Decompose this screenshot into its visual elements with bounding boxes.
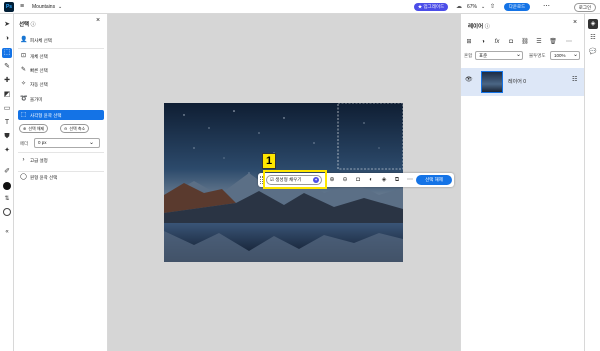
transform-icon[interactable]: ⧉ xyxy=(393,176,401,184)
minus-circle-icon: ⊖ xyxy=(64,126,68,131)
subject-select-item[interactable]: 👤 피사체 선택 xyxy=(20,36,52,45)
layers-panel-icon[interactable]: ◈ xyxy=(588,19,598,29)
magic-wand-icon: ✧ xyxy=(20,81,27,87)
fx-icon[interactable]: fx xyxy=(493,38,501,46)
layer-row[interactable]: 👁 레이어 0 ☷ xyxy=(461,68,584,96)
layers-title: 레이어 ⓘ xyxy=(468,24,490,30)
add-selection-icon[interactable]: ⊕ xyxy=(328,176,336,184)
download-button[interactable]: 다운로드 xyxy=(504,3,530,11)
more-options-icon[interactable]: ⋯ xyxy=(406,176,414,184)
erase-tool-icon[interactable]: ◩ xyxy=(2,90,12,100)
chevron-right-icon: › xyxy=(22,157,25,163)
highlight-box xyxy=(263,170,327,189)
chevron-down-icon[interactable]: ⌄ xyxy=(58,0,62,14)
document-title[interactable]: Mountains xyxy=(32,0,55,14)
background-color-swatch[interactable] xyxy=(3,208,11,216)
properties-panel-icon[interactable]: ☷ xyxy=(588,33,598,43)
generative-tool-icon[interactable]: ✦ xyxy=(2,146,12,156)
close-icon[interactable]: × xyxy=(573,19,577,26)
divider xyxy=(18,48,104,49)
zoom-level[interactable]: 67% xyxy=(467,0,477,14)
shape-tool-icon[interactable]: ▭ xyxy=(2,104,12,114)
link-icon[interactable]: ⛓ xyxy=(521,38,529,46)
rectangle-marquee-icon: ⬚ xyxy=(20,111,27,118)
opacity-field[interactable]: 100% ⌄ xyxy=(550,51,580,60)
photoshop-logo: Ps xyxy=(4,2,14,12)
menu-icon[interactable]: ≡ xyxy=(20,0,24,14)
ellipse-marquee-item[interactable]: ◯ 원형 윤곽 선택 xyxy=(20,173,57,182)
advanced-settings-toggle[interactable]: › 고급 설정 xyxy=(20,156,48,165)
fill-icon[interactable]: ◈ xyxy=(380,176,388,184)
lasso-icon: ➰ xyxy=(20,96,28,102)
blend-mode-select[interactable]: 표준 ⌄ xyxy=(475,51,523,60)
feather-field[interactable]: 0 px ⌄ xyxy=(34,138,100,148)
visibility-icon[interactable]: 👁 xyxy=(465,76,473,83)
adjustment-layer-icon[interactable]: ◑ xyxy=(479,38,487,46)
top-bar: Ps ≡ Mountains ⌄ ★ 업그레이드 ☁ 67% ⌄ ⇧ 다운로드 … xyxy=(0,0,600,14)
layers-panel: 레이어 ⓘ × ⊞ ◑ fx ◘ ⛓ ☰ 🗑 ⋯ 혼합 표준 ⌄ 불투명도 10… xyxy=(460,14,584,351)
blend-label: 혼합 xyxy=(464,53,473,58)
layer-thumbnail xyxy=(481,71,503,93)
panel-title: 선택 ⓘ xyxy=(19,22,36,28)
selection-tool-icon[interactable]: ⬚ xyxy=(2,48,12,58)
adjustment-icon[interactable]: ◐ xyxy=(367,176,375,184)
stack-icon[interactable]: ☰ xyxy=(535,38,543,46)
ellipse-marquee-icon: ◯ xyxy=(20,174,27,180)
close-icon[interactable]: × xyxy=(96,17,100,24)
object-select-icon: ⊡ xyxy=(20,53,27,59)
lasso-item[interactable]: ➰ 올가미 xyxy=(20,95,42,104)
panel-strip: ◈ ☷ 💬 xyxy=(584,14,600,351)
move-tool-icon[interactable]: ➤ xyxy=(2,20,12,30)
brush-tool-icon[interactable]: ✎ xyxy=(2,62,12,72)
stamp-tool-icon[interactable]: ⛊ xyxy=(2,132,12,142)
selection-panel: 선택 ⓘ × 👤 피사체 선택 ⊡ 개체 선택 ✎ 빠른 선택 ✧ 자동 선택 ➰ 올가미… xyxy=(14,14,108,351)
callout-number: 1 xyxy=(262,153,276,169)
shrink-mode-button[interactable]: ⊖ 선택 축소 xyxy=(60,124,90,133)
layer-name: 레이어 0 xyxy=(508,79,526,85)
comments-panel-icon[interactable]: 💬 xyxy=(588,47,598,57)
more-icon[interactable]: ⋯ xyxy=(543,0,550,14)
divider xyxy=(18,171,104,172)
upgrade-button[interactable]: ★ 업그레이드 xyxy=(414,3,448,11)
mask-icon[interactable]: ◘ xyxy=(507,38,515,46)
rectangle-marquee-item[interactable]: ⬚ 사각형 윤곽 선택 xyxy=(18,110,104,120)
quick-select-icon: ✎ xyxy=(20,67,27,73)
magic-wand-item[interactable]: ✧ 자동 선택 xyxy=(20,80,48,89)
subtract-selection-icon[interactable]: ⊖ xyxy=(341,176,349,184)
swap-colors-icon[interactable]: ⇅ xyxy=(2,194,12,204)
chevron-down-icon: ⌄ xyxy=(573,52,579,58)
object-select-item[interactable]: ⊡ 개체 선택 xyxy=(20,52,48,61)
quick-select-item[interactable]: ✎ 빠른 선택 xyxy=(20,66,48,75)
add-layer-icon[interactable]: ⊞ xyxy=(465,38,473,46)
chevron-down-icon[interactable]: ⌄ xyxy=(89,139,94,146)
info-icon[interactable]: ⓘ xyxy=(485,24,490,30)
opacity-label: 불투명도 xyxy=(529,53,546,58)
collapse-panel-icon[interactable]: « xyxy=(2,227,12,237)
share-icon[interactable]: ⇧ xyxy=(490,0,495,14)
healing-tool-icon[interactable]: ✚ xyxy=(2,76,12,86)
text-tool-icon[interactable]: T xyxy=(2,118,12,128)
foreground-color-swatch[interactable] xyxy=(3,182,11,190)
eyedropper-tool-icon[interactable]: ✐ xyxy=(2,167,12,177)
chevron-down-icon: ⌄ xyxy=(516,52,522,58)
layer-properties-icon[interactable]: ☷ xyxy=(572,76,577,83)
zoom-chevron-icon[interactable]: ⌄ xyxy=(481,0,485,14)
more-icon[interactable]: ⋯ xyxy=(565,38,573,46)
signin-button[interactable]: 로그인 xyxy=(574,3,596,12)
person-icon: 👤 xyxy=(20,37,28,43)
info-icon[interactable]: ⓘ xyxy=(31,22,36,28)
divider xyxy=(18,152,104,153)
deselect-button[interactable]: 선택 해제 xyxy=(416,175,452,185)
deselect-mode-button[interactable]: ⊕ 선택 해제 xyxy=(19,124,49,133)
adjust-tool-icon[interactable]: ◑ xyxy=(2,34,12,44)
delete-icon[interactable]: 🗑 xyxy=(549,38,557,46)
tool-strip: ➤ ◑ ⬚ ✎ ✚ ◩ ▭ T ⛊ ✦ ✐ ⇅ « xyxy=(0,14,14,351)
mask-icon[interactable]: ◘ xyxy=(354,176,362,184)
plus-circle-icon: ⊕ xyxy=(23,126,27,131)
cloud-icon[interactable]: ☁ xyxy=(456,0,462,14)
feather-label: 페더 xyxy=(20,141,29,146)
